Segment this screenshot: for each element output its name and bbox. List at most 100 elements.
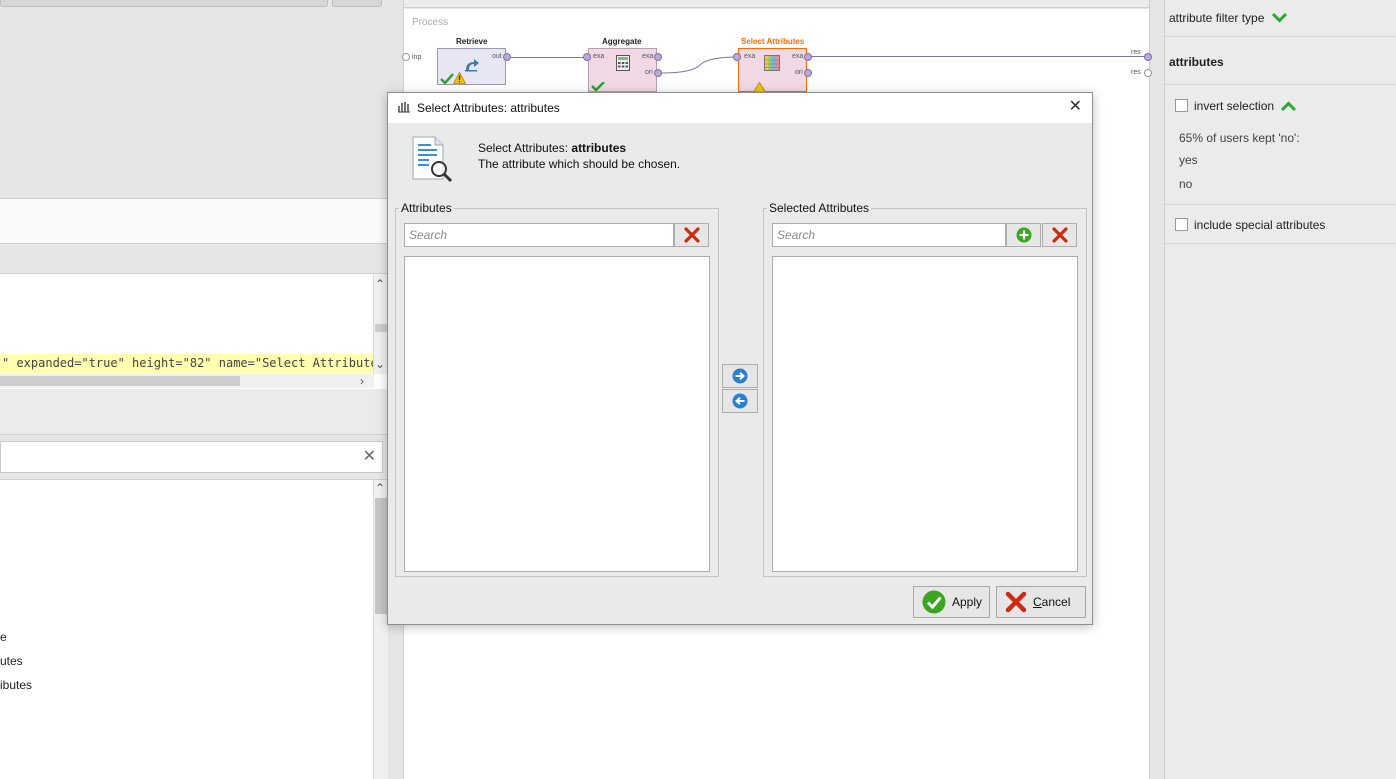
tree-item[interactable]: utes bbox=[0, 654, 23, 668]
operator-title: Retrieve bbox=[456, 37, 488, 46]
process-input-port[interactable] bbox=[402, 53, 410, 61]
process-toolbar-strip bbox=[403, 0, 1150, 8]
selected-search-input[interactable]: Search bbox=[772, 223, 1006, 247]
add-attribute-button[interactable] bbox=[1006, 223, 1041, 247]
input-port[interactable] bbox=[583, 53, 591, 61]
param-label: invert selection bbox=[1194, 99, 1275, 113]
add-selected-button[interactable] bbox=[722, 364, 758, 388]
separator bbox=[1165, 243, 1396, 244]
output-port[interactable] bbox=[654, 69, 662, 77]
param-label: attribute filter type bbox=[1169, 11, 1265, 25]
scroll-up-icon[interactable]: ⌃ bbox=[375, 278, 385, 290]
port-label: exa bbox=[642, 53, 654, 60]
select-attributes-dialog: Select Attributes: attributes ✕ Select A… bbox=[387, 92, 1093, 625]
xml-horizontal-scrollbar[interactable] bbox=[0, 374, 374, 388]
include-special-checkbox[interactable] bbox=[1175, 218, 1188, 231]
scrollbar-thumb[interactable] bbox=[0, 376, 240, 386]
attributes-group-title: Attributes bbox=[399, 201, 454, 215]
output-port[interactable] bbox=[654, 53, 662, 61]
output-port[interactable] bbox=[503, 53, 511, 61]
separator bbox=[1165, 204, 1396, 205]
left-panel: " expanded="true" height="82" name="Sele… bbox=[0, 0, 388, 779]
retrieve-icon bbox=[465, 59, 479, 72]
port-label: exa bbox=[792, 53, 804, 60]
scroll-right-icon[interactable]: › bbox=[360, 375, 364, 387]
close-icon[interactable]: ✕ bbox=[1069, 99, 1082, 115]
clear-selected-search-button[interactable] bbox=[1042, 223, 1077, 247]
separator bbox=[1165, 36, 1396, 37]
operator-tree: ⌃ e utes ibutes bbox=[0, 479, 388, 779]
remove-selected-button[interactable] bbox=[722, 389, 758, 413]
clear-search-button[interactable] bbox=[674, 223, 709, 247]
param-attribute-filter-type[interactable]: attribute filter type bbox=[1169, 11, 1287, 25]
selected-attributes-group: Selected Attributes Search bbox=[763, 201, 1087, 577]
arrow-right-icon bbox=[732, 368, 748, 384]
connection-wire bbox=[662, 56, 739, 74]
warning-icon bbox=[753, 82, 766, 92]
clear-icon[interactable]: ✕ bbox=[363, 449, 376, 465]
apply-label: Apply bbox=[952, 595, 983, 609]
result-port[interactable] bbox=[1144, 53, 1152, 61]
scroll-up-icon[interactable]: ⌃ bbox=[375, 482, 385, 494]
selected-attributes-list[interactable] bbox=[772, 256, 1078, 572]
operator-search-input[interactable]: ✕ bbox=[0, 441, 383, 473]
port-label: res bbox=[1131, 49, 1141, 56]
operator-title: Select Attributes bbox=[741, 37, 805, 46]
calculator-icon bbox=[616, 55, 630, 71]
help-value: no bbox=[1179, 177, 1193, 191]
param-include-special[interactable]: include special attributes bbox=[1175, 218, 1325, 232]
connection-wire bbox=[812, 56, 1146, 57]
header-prefix: Select Attributes: bbox=[478, 141, 572, 155]
xml-highlighted-line: " expanded="true" height="82" name="Sele… bbox=[0, 354, 374, 373]
operator-title: Aggregate bbox=[602, 37, 642, 46]
cancel-button[interactable]: Cancel bbox=[996, 586, 1086, 618]
help-text: 65% of users kept 'no': bbox=[1179, 131, 1300, 145]
dialog-titlebar[interactable]: Select Attributes: attributes ✕ bbox=[388, 93, 1092, 123]
tree-item[interactable]: ibutes bbox=[0, 678, 32, 692]
check-icon bbox=[440, 73, 454, 85]
output-port[interactable] bbox=[804, 69, 812, 77]
dialog-header-title: Select Attributes: attributes bbox=[478, 141, 626, 155]
close-icon bbox=[1005, 591, 1027, 613]
apply-button[interactable]: Apply bbox=[913, 586, 990, 618]
tree-vertical-scrollbar[interactable] bbox=[373, 480, 388, 779]
port-label: ori bbox=[795, 69, 803, 76]
plus-icon bbox=[1016, 227, 1031, 243]
help-value: yes bbox=[1179, 153, 1198, 167]
warning-icon bbox=[453, 72, 466, 84]
invert-selection-checkbox[interactable] bbox=[1175, 99, 1188, 112]
param-label: include special attributes bbox=[1194, 218, 1326, 232]
scroll-down-icon[interactable]: ⌄ bbox=[375, 358, 385, 370]
close-icon bbox=[1051, 227, 1068, 243]
panel-header bbox=[0, 198, 388, 244]
chevron-down-icon[interactable] bbox=[1271, 13, 1287, 23]
process-label: Process bbox=[412, 17, 449, 28]
parameters-panel: attribute filter type attributes invert … bbox=[1164, 0, 1396, 779]
toolbar-segment[interactable] bbox=[0, 0, 328, 7]
tree-item[interactable]: e bbox=[0, 630, 7, 644]
cancel-label-rest: ancel bbox=[1041, 595, 1071, 609]
separator bbox=[1165, 84, 1396, 85]
chevron-up-icon[interactable] bbox=[1281, 101, 1297, 111]
selected-attributes-group-title: Selected Attributes bbox=[767, 201, 872, 215]
connection-wire bbox=[511, 57, 586, 58]
dialog-header-description: The attribute which should be chosen. bbox=[478, 157, 681, 171]
attributes-list[interactable] bbox=[404, 256, 710, 572]
toolbar-segment[interactable] bbox=[332, 0, 382, 7]
output-port[interactable] bbox=[804, 53, 812, 61]
cancel-label: Cancel bbox=[1033, 595, 1070, 609]
check-icon bbox=[591, 82, 605, 92]
panel-section bbox=[0, 389, 388, 435]
attributes-group: Attributes Search bbox=[395, 201, 719, 577]
app-logo-icon bbox=[398, 102, 410, 113]
port-label: out bbox=[492, 53, 502, 60]
cancel-mnemonic: C bbox=[1033, 595, 1042, 609]
attributes-search-input[interactable]: Search bbox=[404, 223, 674, 247]
port-label: exa bbox=[593, 53, 605, 60]
param-invert-selection[interactable]: invert selection bbox=[1175, 99, 1297, 113]
result-port[interactable] bbox=[1144, 69, 1152, 77]
dialog-title: Select Attributes: attributes bbox=[417, 101, 560, 115]
input-port[interactable] bbox=[733, 53, 741, 61]
xml-editor[interactable]: " expanded="true" height="82" name="Sele… bbox=[0, 273, 388, 389]
check-icon bbox=[922, 590, 946, 614]
